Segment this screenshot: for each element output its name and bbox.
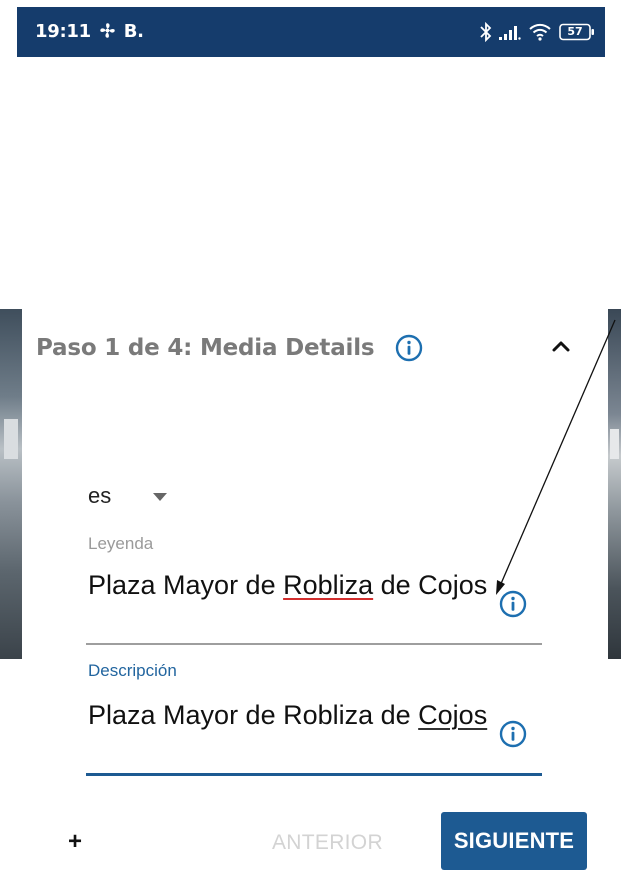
battery-icon: 57 bbox=[559, 23, 595, 41]
caption-label: Leyenda bbox=[88, 534, 154, 553]
language-value: es bbox=[88, 483, 112, 508]
language-select[interactable]: es bbox=[88, 481, 111, 511]
caption-input[interactable]: Plaza Mayor de Robliza de Cojos bbox=[88, 567, 508, 603]
dropdown-arrow-icon[interactable] bbox=[152, 489, 168, 507]
fan-icon bbox=[99, 22, 116, 44]
caption-misspelled-word: Robliza bbox=[283, 570, 374, 600]
signal-icon bbox=[499, 24, 521, 40]
battery-level: 57 bbox=[567, 25, 583, 38]
description-underline bbox=[86, 773, 542, 776]
status-time-text: 19:11 bbox=[35, 21, 91, 42]
wifi-icon bbox=[528, 23, 552, 41]
status-time: 19:11 B. bbox=[35, 21, 144, 44]
description-info-icon[interactable] bbox=[498, 719, 528, 754]
step-title: Paso 1 de 4: Media Details bbox=[36, 335, 375, 361]
status-bar: 19:11 B. 57 bbox=[17, 7, 605, 57]
caption-info-icon[interactable] bbox=[498, 589, 528, 624]
next-button[interactable]: SIGUIENTE bbox=[441, 812, 587, 870]
upload-bottom-sheet: Paso 1 de 4: Media Details es Leyenda Pl… bbox=[22, 309, 608, 878]
status-carrier: B. bbox=[123, 21, 144, 42]
status-icons: 57 bbox=[480, 19, 595, 45]
add-button[interactable]: + bbox=[64, 828, 86, 855]
caption-underline bbox=[86, 643, 542, 645]
bluetooth-icon bbox=[480, 22, 492, 42]
background-photo-left bbox=[0, 309, 22, 659]
description-underlined-word: Cojos bbox=[418, 700, 488, 730]
screen: 19:11 B. 57 Paso 1 de 4: Media Details e… bbox=[0, 0, 621, 878]
background-photo-right bbox=[608, 309, 621, 659]
description-label: Descripción bbox=[88, 661, 177, 680]
previous-button[interactable]: ANTERIOR bbox=[272, 826, 383, 860]
step-header: Paso 1 de 4: Media Details bbox=[36, 331, 375, 365]
description-input[interactable]: Plaza Mayor de Robliza de Cojos bbox=[88, 697, 508, 733]
description-text-part1: Plaza Mayor de Robliza de bbox=[88, 700, 419, 730]
info-icon[interactable] bbox=[394, 333, 424, 368]
caption-text-part1: Plaza Mayor de bbox=[88, 570, 284, 600]
chevron-up-icon[interactable] bbox=[550, 335, 572, 362]
caption-text-part2: de Cojos bbox=[373, 570, 488, 600]
